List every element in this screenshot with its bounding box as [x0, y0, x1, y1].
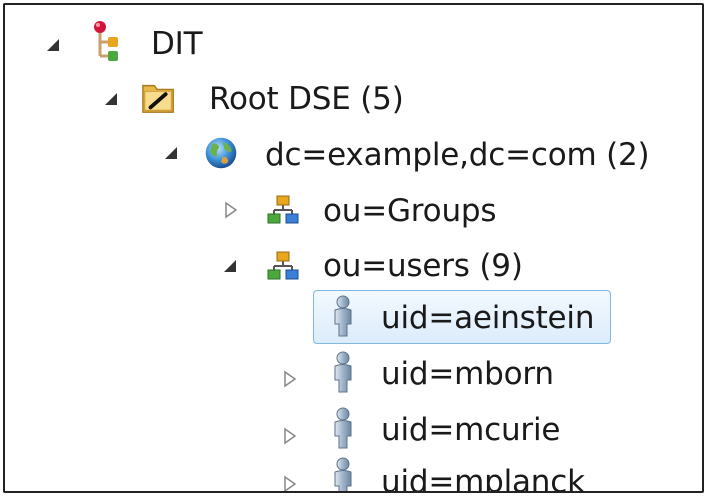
expanded-arrow-icon[interactable] [45, 36, 63, 54]
tree-node-dit[interactable]: DIT [151, 22, 203, 66]
expanded-arrow-icon[interactable] [103, 90, 121, 108]
person-icon [325, 456, 361, 491]
tree-node-dc-example[interactable]: dc=example,dc=com (2) [265, 133, 650, 177]
expanded-arrow-icon[interactable] [163, 144, 181, 162]
collapsed-arrow-icon[interactable] [281, 427, 299, 445]
collapsed-arrow-icon[interactable] [222, 201, 240, 219]
dit-tree-icon [89, 20, 125, 64]
folder-edit-icon [141, 75, 177, 119]
tree-node-uid-mcurie[interactable]: uid=mcurie [381, 408, 560, 452]
expanded-arrow-icon[interactable] [222, 257, 240, 275]
tree-node-ou-groups[interactable]: ou=Groups [323, 189, 497, 233]
person-icon [325, 406, 361, 450]
collapsed-arrow-icon[interactable] [281, 475, 299, 491]
org-unit-icon [265, 188, 301, 232]
ldap-browser-tree: DIT Root DSE (5) dc=example,dc=com (2) o… [3, 3, 704, 493]
person-icon [325, 350, 361, 394]
org-unit-icon [265, 244, 301, 288]
person-icon [325, 294, 361, 338]
collapsed-arrow-icon[interactable] [281, 370, 299, 388]
tree-node-root-dse[interactable]: Root DSE (5) [209, 77, 404, 121]
tree-node-ou-users[interactable]: ou=users (9) [323, 244, 523, 288]
tree-node-uid-mborn[interactable]: uid=mborn [381, 352, 554, 396]
globe-icon [203, 131, 239, 175]
tree-node-uid-mplanck[interactable]: uid=mplanck [381, 460, 585, 491]
tree-node-uid-aeinstein[interactable]: uid=aeinstein [381, 296, 594, 340]
